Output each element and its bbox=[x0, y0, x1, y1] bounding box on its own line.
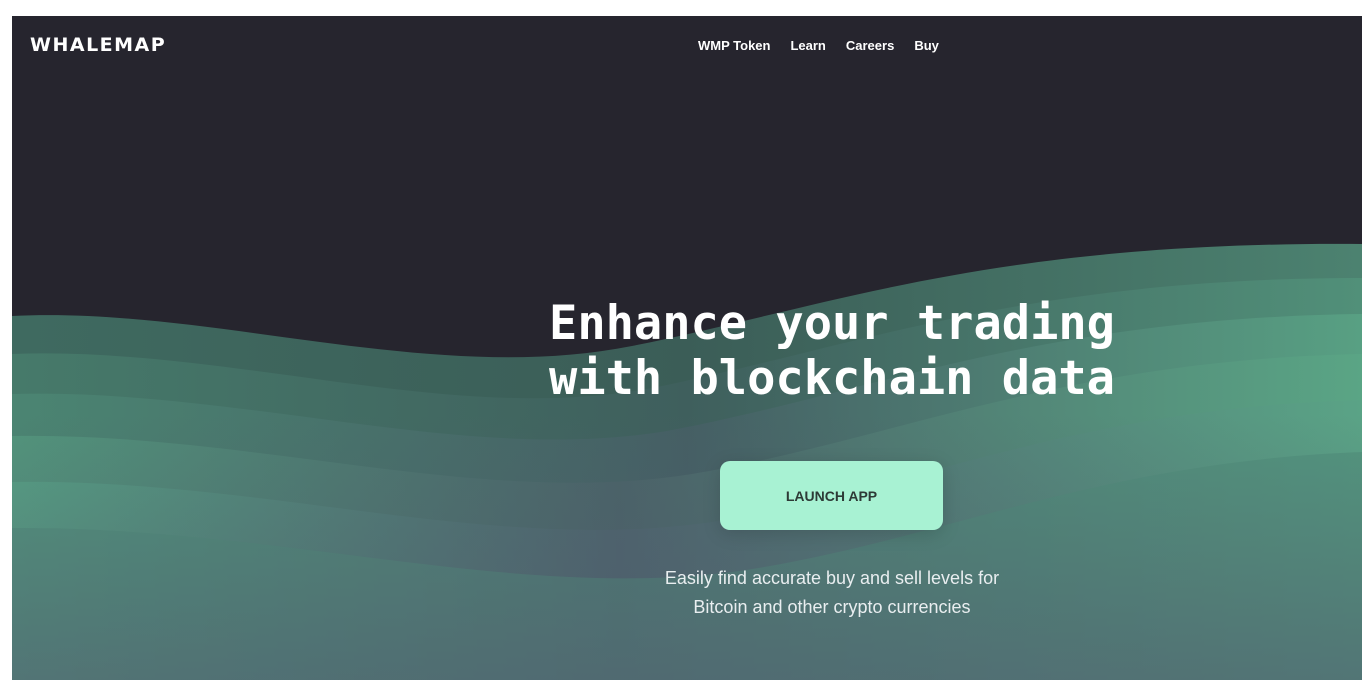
launch-app-button[interactable]: LAUNCH APP bbox=[720, 461, 943, 530]
headline-line-1: Enhance your trading bbox=[549, 296, 1115, 351]
hero-headline: Enhance your trading with blockchain dat… bbox=[482, 296, 1182, 406]
headline-line-2: with blockchain data bbox=[549, 351, 1115, 406]
nav-buy[interactable]: Buy bbox=[914, 38, 939, 53]
subtext-line-1: Easily find accurate buy and sell levels… bbox=[664, 568, 1000, 588]
main-nav: WMP Token Learn Careers Buy bbox=[698, 38, 939, 53]
logo[interactable]: WHALEMAP bbox=[30, 34, 166, 56]
nav-wmp-token[interactable]: WMP Token bbox=[698, 38, 770, 53]
hero-subtext: Easily find accurate buy and sell levels… bbox=[532, 564, 1132, 622]
subtext-line-2: Bitcoin and other crypto currencies bbox=[693, 597, 971, 617]
nav-learn[interactable]: Learn bbox=[790, 38, 825, 53]
landing-page: WHALEMAP WMP Token Learn Careers Buy Enh… bbox=[12, 16, 1362, 680]
nav-careers[interactable]: Careers bbox=[846, 38, 894, 53]
